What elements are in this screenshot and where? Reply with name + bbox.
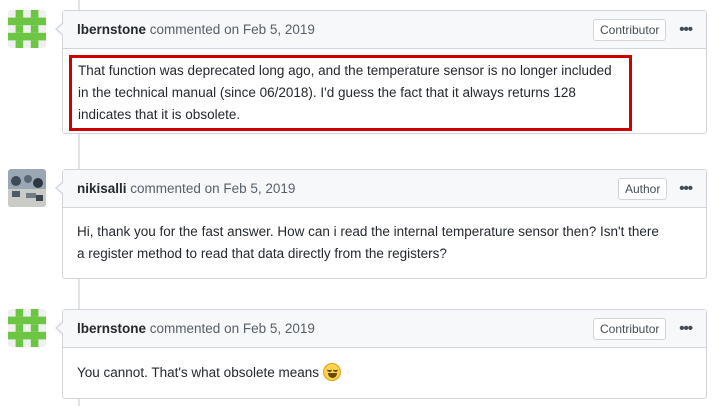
comment-body: You cannot. That's what obsolete means — [63, 348, 706, 398]
kebab-menu-icon[interactable]: ••• — [679, 320, 693, 337]
author-link[interactable]: nikisalli — [77, 181, 127, 196]
comment-header: lbernstone commented on Feb 5, 2019 Cont… — [63, 310, 706, 348]
author-link[interactable]: lbernstone — [77, 22, 146, 37]
comment-meta: nikisalli commented on Feb 5, 2019 — [77, 181, 295, 196]
kebab-menu-icon[interactable]: ••• — [679, 180, 693, 197]
photo-avatar-icon — [8, 169, 46, 207]
identicon-icon — [8, 10, 46, 48]
comment-meta: lbernstone commented on Feb 5, 2019 — [77, 321, 315, 336]
comment-box: lbernstone commented on Feb 5, 2019 Cont… — [55, 309, 707, 399]
highlight-box: That function was deprecated long ago, a… — [69, 55, 632, 131]
comment-text: Hi, thank you for the fast answer. How c… — [77, 224, 659, 261]
comment-header: lbernstone commented on Feb 5, 2019 Cont… — [63, 11, 706, 49]
avatar-identicon[interactable] — [8, 309, 46, 347]
comment-box: nikisalli commented on Feb 5, 2019 Autho… — [55, 169, 707, 279]
comment-body: That function was deprecated long ago, a… — [63, 49, 706, 145]
avatar-photo[interactable] — [8, 169, 46, 207]
comment-body: Hi, thank you for the fast answer. How c… — [63, 208, 706, 279]
contributor-badge: Contributor — [593, 19, 667, 41]
timestamp-link[interactable]: commented on Feb 5, 2019 — [130, 181, 295, 196]
identicon-icon — [8, 309, 46, 347]
author-badge: Author — [618, 178, 668, 200]
comment-header: nikisalli commented on Feb 5, 2019 Autho… — [63, 170, 706, 208]
timestamp-link[interactable]: commented on Feb 5, 2019 — [150, 321, 315, 336]
comment-text: That function was deprecated long ago, a… — [78, 63, 612, 122]
comment-text: You cannot. That's what obsolete means — [77, 365, 319, 380]
author-link[interactable]: lbernstone — [77, 321, 146, 336]
kebab-menu-icon[interactable]: ••• — [679, 21, 693, 38]
avatar-identicon[interactable] — [8, 10, 46, 48]
contributor-badge: Contributor — [593, 318, 667, 340]
timestamp-link[interactable]: commented on Feb 5, 2019 — [150, 22, 315, 37]
grinning-emoji-icon — [323, 363, 341, 381]
comment-meta: lbernstone commented on Feb 5, 2019 — [77, 22, 315, 37]
comment-box: lbernstone commented on Feb 5, 2019 Cont… — [55, 10, 707, 134]
